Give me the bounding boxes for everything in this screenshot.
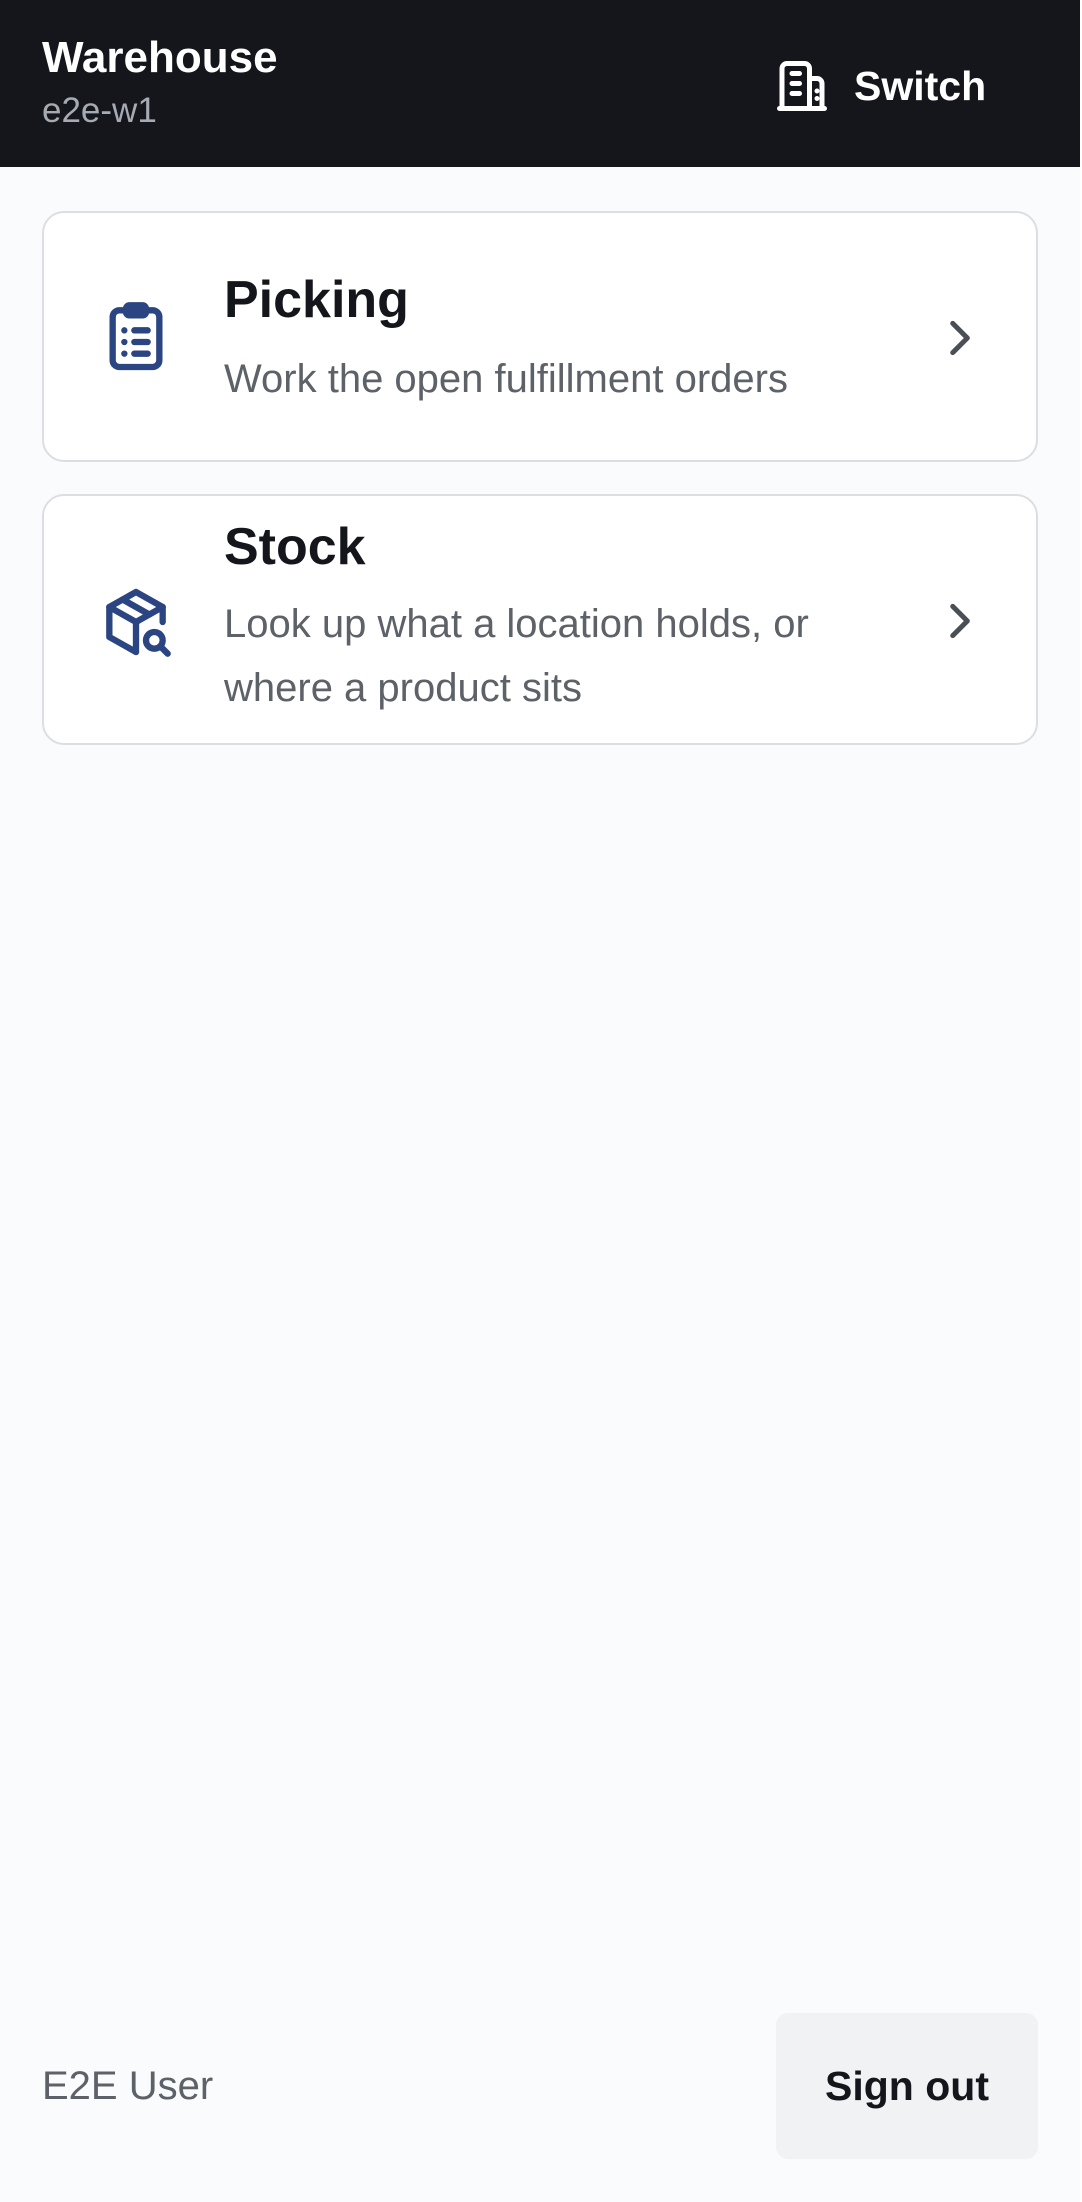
clipboard-list-icon	[96, 297, 176, 377]
sign-out-button[interactable]: Sign out	[776, 2013, 1038, 2159]
switch-warehouse-button[interactable]: Switch	[770, 46, 1020, 126]
chevron-right-icon	[934, 596, 984, 646]
chevron-right-icon	[934, 313, 984, 363]
menu-card-stock[interactable]: Stock Look up what a location holds, or …	[42, 494, 1038, 745]
user-name: E2E User	[42, 2064, 214, 2108]
switch-label: Switch	[854, 62, 987, 109]
card-title: Picking	[224, 271, 409, 329]
building-icon	[770, 54, 834, 118]
package-search-icon	[96, 582, 176, 662]
card-description: Work the open fulfillment orders	[224, 357, 788, 401]
menu-card-picking[interactable]: Picking Work the open fulfillment orders	[42, 211, 1038, 462]
card-description: Look up what a location holds, or where …	[224, 602, 809, 710]
card-title: Stock	[224, 518, 366, 576]
top-bar: Warehouse e2e-w1 Switch	[0, 0, 1080, 167]
warehouse-code: e2e-w1	[42, 91, 157, 130]
warehouse-title: Warehouse	[42, 33, 278, 82]
